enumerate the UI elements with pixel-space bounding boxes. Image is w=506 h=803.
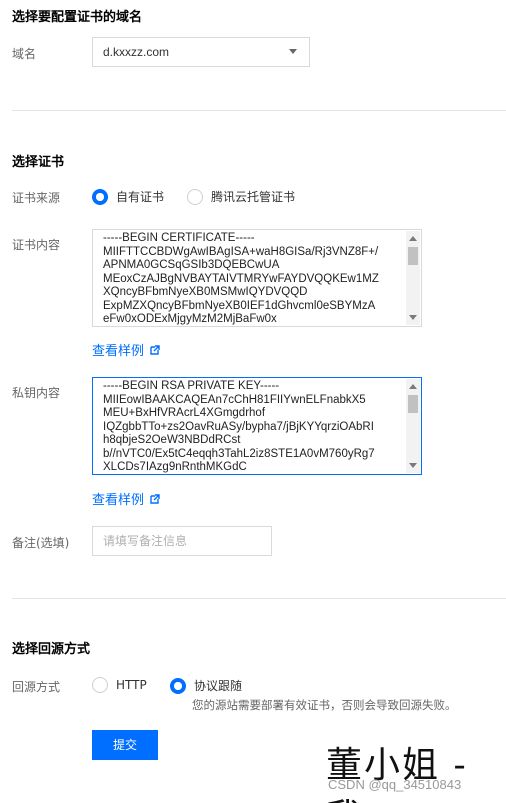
scroll-thumb[interactable] (408, 247, 418, 265)
certificate-textarea[interactable]: -----BEGIN CERTIFICATE----- MIIFTTCCBDWg… (92, 229, 422, 327)
domain-select[interactable]: d.kxxzz.com (92, 37, 310, 67)
scroll-down-icon[interactable] (409, 463, 417, 468)
certificate-line: XQncyBFbmNyeXB0MSMwIQYDVQQD (103, 286, 308, 298)
chevron-down-icon (289, 49, 297, 54)
radio-unchecked-icon (187, 188, 203, 205)
scroll-down-icon[interactable] (409, 315, 417, 320)
scroll-up-icon[interactable] (409, 236, 417, 241)
private-key-textarea[interactable]: -----BEGIN RSA PRIVATE KEY----- MIIEowIB… (92, 377, 422, 475)
external-link-icon (150, 493, 160, 504)
radio-protocol-follow[interactable]: 协议跟随 (170, 677, 242, 694)
radio-checked-icon (170, 677, 186, 694)
certificate-line: MEoxCzAJBgNVBAYTAIVTMRYwFAYDVQQKEw1MZ (103, 272, 379, 285)
certificate-scrollbar[interactable] (406, 231, 420, 325)
divider (12, 110, 506, 111)
radio-tencent-cert-label: 腾讯云托管证书 (211, 190, 296, 204)
radio-http[interactable]: HTTP (92, 677, 147, 693)
radio-unchecked-icon (92, 677, 108, 693)
csdn-credit: CSDN @qq_34510843 (328, 777, 462, 792)
domain-label: 域名 (12, 47, 37, 61)
private-key-line: b//nVTC0/Ex5tC4eqqh3TahL2iz8STE1A0vM760y… (103, 447, 375, 460)
private-key-scrollbar[interactable] (406, 379, 420, 473)
origin-hint: 您的源站需要部署有效证书，否则会导致回源失败。 (192, 698, 457, 712)
radio-tencent-cert[interactable]: 腾讯云托管证书 (187, 188, 295, 205)
radio-own-cert-label: 自有证书 (116, 190, 165, 204)
private-key-label: 私钥内容 (12, 386, 61, 400)
scroll-up-icon[interactable] (409, 384, 417, 389)
private-key-line: XLCDs7IAzg9nRnthMKGdC (103, 461, 247, 473)
certificate-line: MIIFTTCCBDWgAwIBAgISA+waH8GISa/Rj3VNZ8F+… (103, 245, 379, 258)
cert-content-label: 证书内容 (12, 238, 61, 252)
external-link-icon (150, 344, 160, 355)
private-key-line: MEU+BxHfVRAcrL4XGmgdrhof (103, 407, 266, 419)
certificate-line: ExpMZXQncyBFbmNyeXB0IEF1dGhvcml0eSBYMzA (103, 299, 376, 312)
scroll-thumb[interactable] (408, 395, 418, 413)
view-sample-label: 查看样例 (92, 493, 145, 508)
private-key-line: h8qbjeS2OeW3NBDdRCst (103, 434, 241, 446)
radio-own-cert[interactable]: 自有证书 (92, 188, 164, 205)
domain-select-value: d.kxxzz.com (103, 45, 170, 59)
submit-button[interactable]: 提交 (92, 730, 158, 760)
origin-section-title: 选择回源方式 (12, 642, 91, 657)
radio-checked-icon (92, 188, 108, 205)
cert-section-title: 选择证书 (12, 155, 65, 170)
view-sample-link-cert[interactable]: 查看样例 (92, 340, 160, 359)
certificate-line: APNMA0GCSqGSIb3DQEBCwUA (103, 259, 280, 271)
radio-protocol-follow-label: 协议跟随 (194, 679, 243, 693)
private-key-line: IQZgbbTTo+zs2OavRuASy/bypha7/jBjKYYqrziO… (103, 420, 374, 433)
remark-input[interactable]: 请填写备注信息 (92, 526, 272, 556)
certificate-line: -----BEGIN CERTIFICATE----- (103, 232, 255, 244)
watermark-text: 董小姐 - 我 (326, 745, 468, 803)
origin-label: 回源方式 (12, 680, 61, 694)
view-sample-link-key[interactable]: 查看样例 (92, 489, 160, 508)
remark-label: 备注(选填) (12, 536, 70, 550)
cert-source-label: 证书来源 (12, 191, 61, 205)
remark-placeholder: 请填写备注信息 (103, 534, 188, 548)
radio-http-label: HTTP (116, 678, 147, 692)
private-key-line: MIIEowIBAAKCAQEAn7cChH81FIIYwnELFnabkX5 (103, 393, 366, 406)
view-sample-label: 查看样例 (92, 344, 145, 359)
divider (12, 598, 506, 599)
private-key-line: -----BEGIN RSA PRIVATE KEY----- (103, 380, 280, 392)
domain-section-title: 选择要配置证书的域名 (12, 10, 143, 25)
certificate-line: eFw0xODExMjgyMzM2MjBaFw0x (103, 313, 277, 325)
